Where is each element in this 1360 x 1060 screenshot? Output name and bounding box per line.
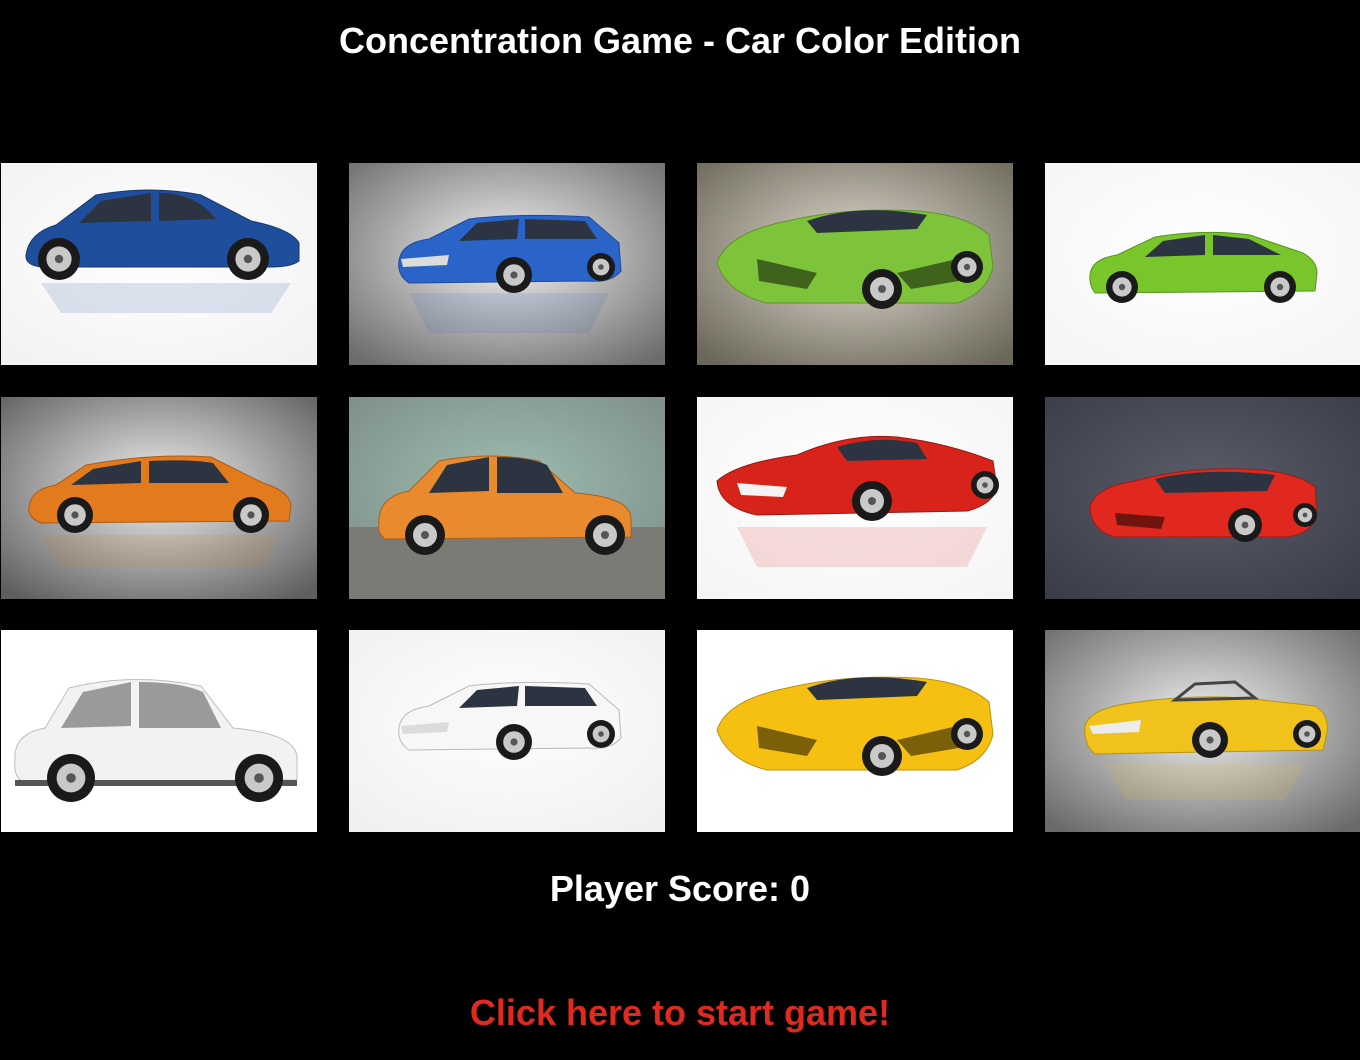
card-image-yellow-convertible bbox=[1045, 630, 1360, 832]
card-image-orange-wagon bbox=[1, 397, 317, 599]
card-yellow-convertible[interactable] bbox=[1045, 630, 1360, 832]
card-white-compact[interactable] bbox=[1, 630, 317, 832]
score-value: 0 bbox=[790, 868, 811, 909]
card-image-white-wagon bbox=[349, 630, 665, 832]
card-grid bbox=[0, 163, 1360, 833]
card-white-wagon[interactable] bbox=[349, 630, 665, 832]
card-image-red-supercar bbox=[1045, 397, 1360, 599]
card-red-supercar[interactable] bbox=[1045, 397, 1360, 599]
card-green-hybrid[interactable] bbox=[1045, 163, 1360, 365]
card-image-yellow-sportscar bbox=[697, 630, 1013, 832]
player-score: Player Score: 0 bbox=[0, 866, 1360, 912]
card-image-white-compact bbox=[1, 630, 317, 832]
card-red-sportscar[interactable] bbox=[697, 397, 1013, 599]
card-image-green-supercar bbox=[697, 163, 1013, 365]
game-title: Concentration Game - Car Color Edition bbox=[338, 20, 1022, 61]
card-image-orange-compact bbox=[349, 397, 665, 599]
start-game-link[interactable]: Click here to start game! bbox=[0, 990, 1360, 1036]
card-yellow-sportscar[interactable] bbox=[697, 630, 1013, 832]
card-green-supercar[interactable] bbox=[697, 163, 1013, 365]
card-image-green-hybrid bbox=[1045, 163, 1360, 365]
score-label: Player Score: bbox=[549, 868, 791, 909]
card-image-blue-hatchback bbox=[1, 163, 317, 365]
card-orange-compact[interactable] bbox=[349, 397, 665, 599]
card-image-blue-wagon bbox=[349, 163, 665, 365]
card-blue-wagon[interactable] bbox=[349, 163, 665, 365]
card-image-red-sportscar bbox=[697, 397, 1013, 599]
card-blue-hatchback[interactable] bbox=[1, 163, 317, 365]
card-orange-wagon[interactable] bbox=[1, 397, 317, 599]
